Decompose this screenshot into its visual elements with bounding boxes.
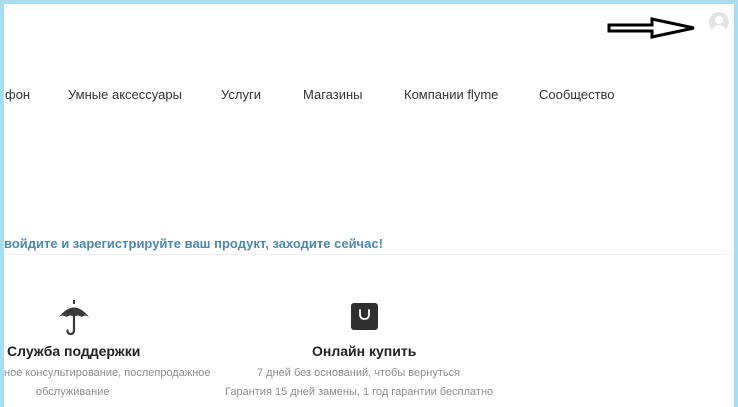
nav-item-stores[interactable]: Магазины [303,87,363,102]
umbrella-icon [59,300,89,336]
divider [4,254,734,255]
main-nav: фон Умные аксессуары Услуги Магазины Ком… [0,87,738,107]
arrow-icon [607,17,695,39]
support-title: Служба поддержки [7,343,141,359]
shopping-bag-icon [351,303,378,330]
support-desc-line1: ное консультирование, послепродажное [4,367,211,379]
nav-item-accessories[interactable]: Умные аксессуары [68,87,182,102]
online-buy-desc-line1: 7 дней без оснований, чтобы вернуться [257,367,461,379]
nav-item-community[interactable]: Сообщество [539,87,615,102]
nav-item-phone[interactable]: фон [5,87,30,102]
user-avatar-icon[interactable] [709,12,729,32]
support-desc-line2: обслуживание [36,386,110,398]
nav-item-flyme[interactable]: Компании flyme [404,87,498,102]
nav-item-services[interactable]: Услуги [221,87,261,102]
online-buy-desc-line2: Гарантия 15 дней замены, 1 год гарантии … [225,386,494,398]
online-buy-title: Онлайн купить [312,343,417,359]
register-promo-link[interactable]: войдите и зарегистрируйте ваш продукт, з… [4,236,383,251]
